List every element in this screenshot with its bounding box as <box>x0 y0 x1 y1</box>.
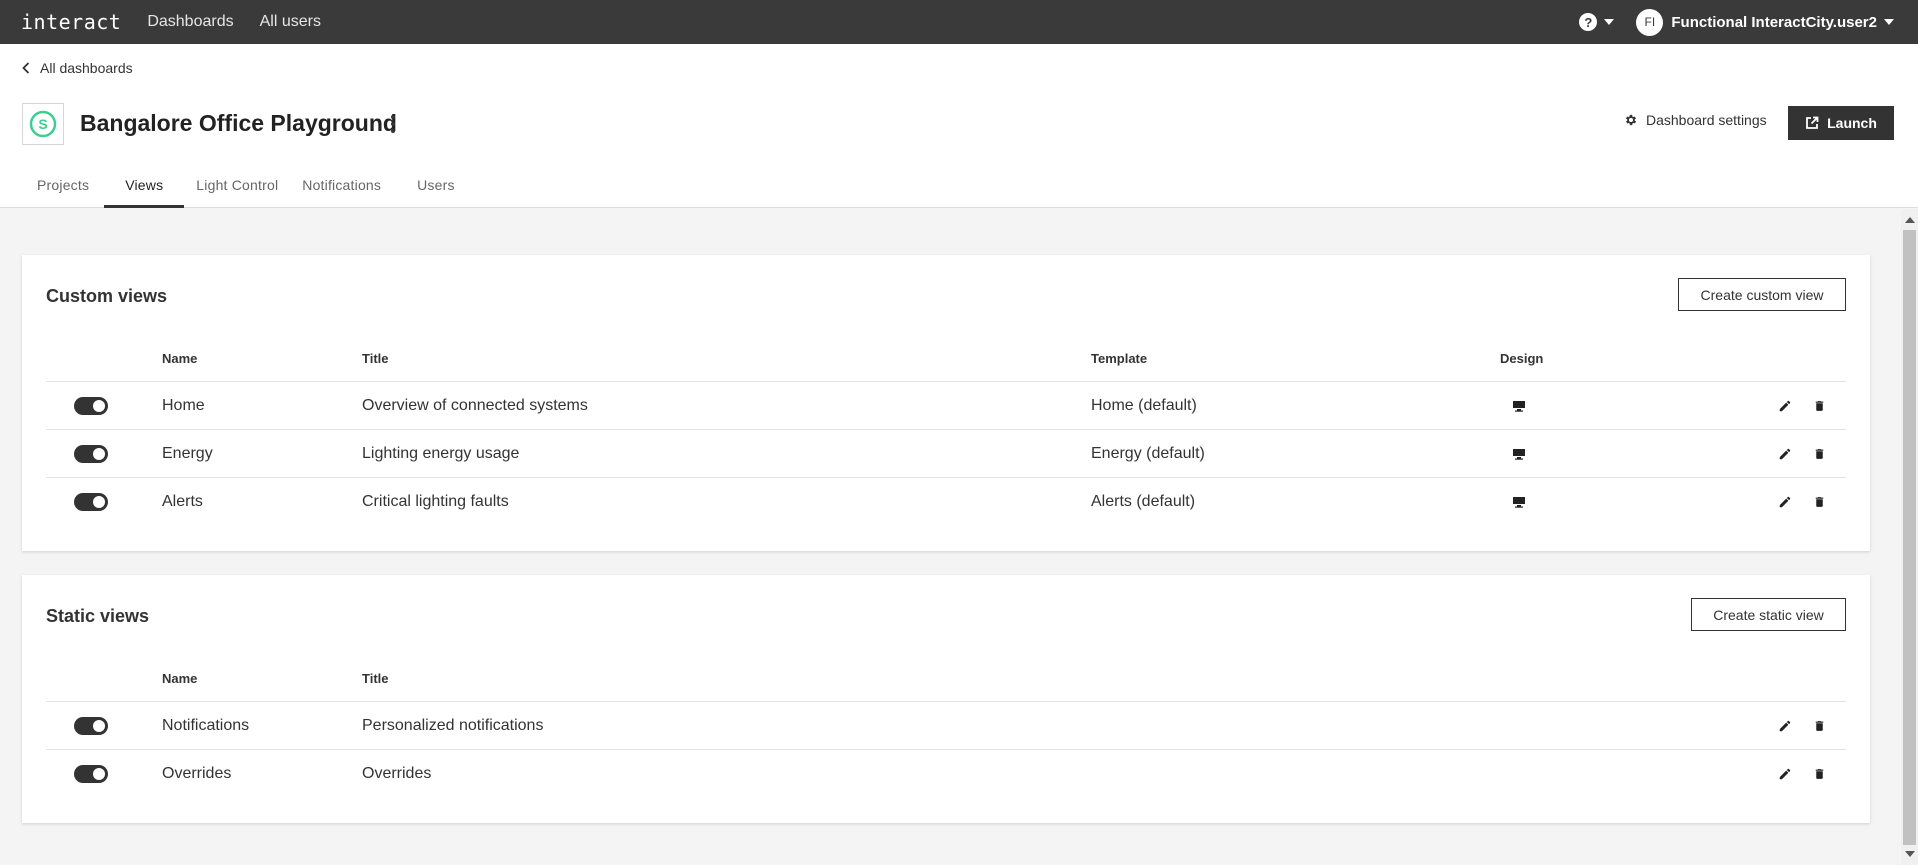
custom-views-title: Custom views <box>46 286 168 306</box>
launch-button[interactable]: Launch <box>1788 106 1894 140</box>
column-header-design: Design <box>1500 351 1544 366</box>
dashboard-settings-label: Dashboard settings <box>1646 112 1767 128</box>
dashboard-header: All dashboards S Bangalore Office Playgr… <box>0 44 1918 208</box>
table-row: Notifications Personalized notifications <box>46 701 1846 749</box>
view-enabled-toggle[interactable] <box>74 765 108 783</box>
help-menu[interactable]: ? <box>1579 13 1615 31</box>
trash-icon[interactable] <box>1810 717 1828 735</box>
top-navigation-bar: interact Dashboards All users ? FI Funct… <box>0 0 1918 44</box>
launch-label: Launch <box>1827 115 1877 131</box>
static-views-title: Static views <box>46 606 150 626</box>
user-menu[interactable]: FI Functional InteractCity.user2 <box>1636 8 1894 36</box>
view-enabled-toggle[interactable] <box>74 493 108 511</box>
view-title: Critical lighting faults <box>362 493 509 510</box>
monitor-icon[interactable] <box>1510 397 1528 415</box>
view-template: Energy (default) <box>1091 445 1205 462</box>
view-template: Home (default) <box>1091 397 1197 414</box>
pencil-icon[interactable] <box>1776 397 1794 415</box>
column-header-template: Template <box>1091 351 1148 366</box>
column-header-name: Name <box>162 351 198 366</box>
pencil-icon[interactable] <box>1776 717 1794 735</box>
external-link-icon <box>1806 116 1819 129</box>
column-header-title: Title <box>362 351 389 366</box>
view-title: Overview of connected systems <box>362 397 588 414</box>
gear-icon <box>1625 114 1637 126</box>
tab-users[interactable]: Users <box>393 162 479 208</box>
create-static-view-button[interactable]: Create static view <box>1691 598 1846 631</box>
back-link[interactable]: All dashboards <box>22 60 133 76</box>
view-title: Lighting energy usage <box>362 445 520 462</box>
custom-views-card: Custom views Create custom view Name Tit… <box>22 255 1870 551</box>
create-custom-view-button[interactable]: Create custom view <box>1678 278 1846 311</box>
trash-icon[interactable] <box>1810 445 1828 463</box>
table-row: Home Overview of connected systems Home … <box>46 381 1846 429</box>
scroll-down-icon[interactable] <box>1905 851 1915 857</box>
nav-dashboards[interactable]: Dashboards <box>147 13 233 31</box>
pencil-icon[interactable] <box>1776 445 1794 463</box>
trash-icon[interactable] <box>1810 765 1828 783</box>
page-title: Bangalore Office Playground <box>80 110 397 136</box>
view-enabled-toggle[interactable] <box>74 717 108 735</box>
dashboard-logo-icon: S <box>29 110 57 138</box>
avatar: FI <box>1636 8 1664 36</box>
views-content: Custom views Create custom view Name Tit… <box>0 209 1918 865</box>
monitor-icon[interactable] <box>1510 445 1528 463</box>
chevron-left-icon <box>22 62 30 74</box>
view-enabled-toggle[interactable] <box>74 397 108 415</box>
brand-logo[interactable]: interact <box>21 10 121 34</box>
table-row: Overrides Overrides <box>46 749 1846 797</box>
pencil-icon[interactable] <box>1776 493 1794 511</box>
nav-all-users[interactable]: All users <box>260 13 321 31</box>
view-name: Notifications <box>162 717 250 734</box>
dashboard-settings-button[interactable]: Dashboard settings <box>1624 112 1767 128</box>
view-template: Alerts (default) <box>1091 493 1196 510</box>
help-icon: ? <box>1579 13 1598 31</box>
tab-views[interactable]: Views <box>104 162 185 208</box>
tab-light-control[interactable]: Light Control <box>184 162 290 208</box>
view-name: Energy <box>162 445 213 462</box>
static-views-card: Static views Create static view Name Tit… <box>22 575 1870 823</box>
view-enabled-toggle[interactable] <box>74 445 108 463</box>
column-header-title: Title <box>362 671 389 686</box>
tab-bar: Projects Views Light Control Notificatio… <box>22 162 479 208</box>
scroll-up-icon[interactable] <box>1905 217 1915 223</box>
user-name: Functional InteractCity.user2 <box>1671 13 1877 31</box>
caret-down-icon <box>1884 19 1894 25</box>
top-right-controls: ? FI Functional InteractCity.user2 <box>1579 8 1894 36</box>
view-name: Home <box>162 397 205 414</box>
table-row: Alerts Critical lighting faults Alerts (… <box>46 477 1846 525</box>
scroll-thumb[interactable] <box>1903 230 1916 845</box>
view-title: Personalized notifications <box>362 717 544 734</box>
column-header-name: Name <box>162 671 198 686</box>
tab-notifications[interactable]: Notifications <box>290 162 393 208</box>
svg-text:S: S <box>38 116 47 132</box>
pencil-icon[interactable] <box>1776 765 1794 783</box>
tab-projects[interactable]: Projects <box>22 162 104 208</box>
kebab-icon[interactable] <box>386 112 400 136</box>
trash-icon[interactable] <box>1810 397 1828 415</box>
back-link-label: All dashboards <box>40 60 133 76</box>
trash-icon[interactable] <box>1810 493 1828 511</box>
vertical-scrollbar[interactable] <box>1901 209 1918 865</box>
view-name: Alerts <box>162 493 203 510</box>
caret-down-icon <box>1604 19 1615 25</box>
monitor-icon[interactable] <box>1510 493 1528 511</box>
table-row: Energy Lighting energy usage Energy (def… <box>46 429 1846 477</box>
view-name: Overrides <box>162 765 232 782</box>
dashboard-logo: S <box>22 103 64 145</box>
view-title: Overrides <box>362 765 432 782</box>
